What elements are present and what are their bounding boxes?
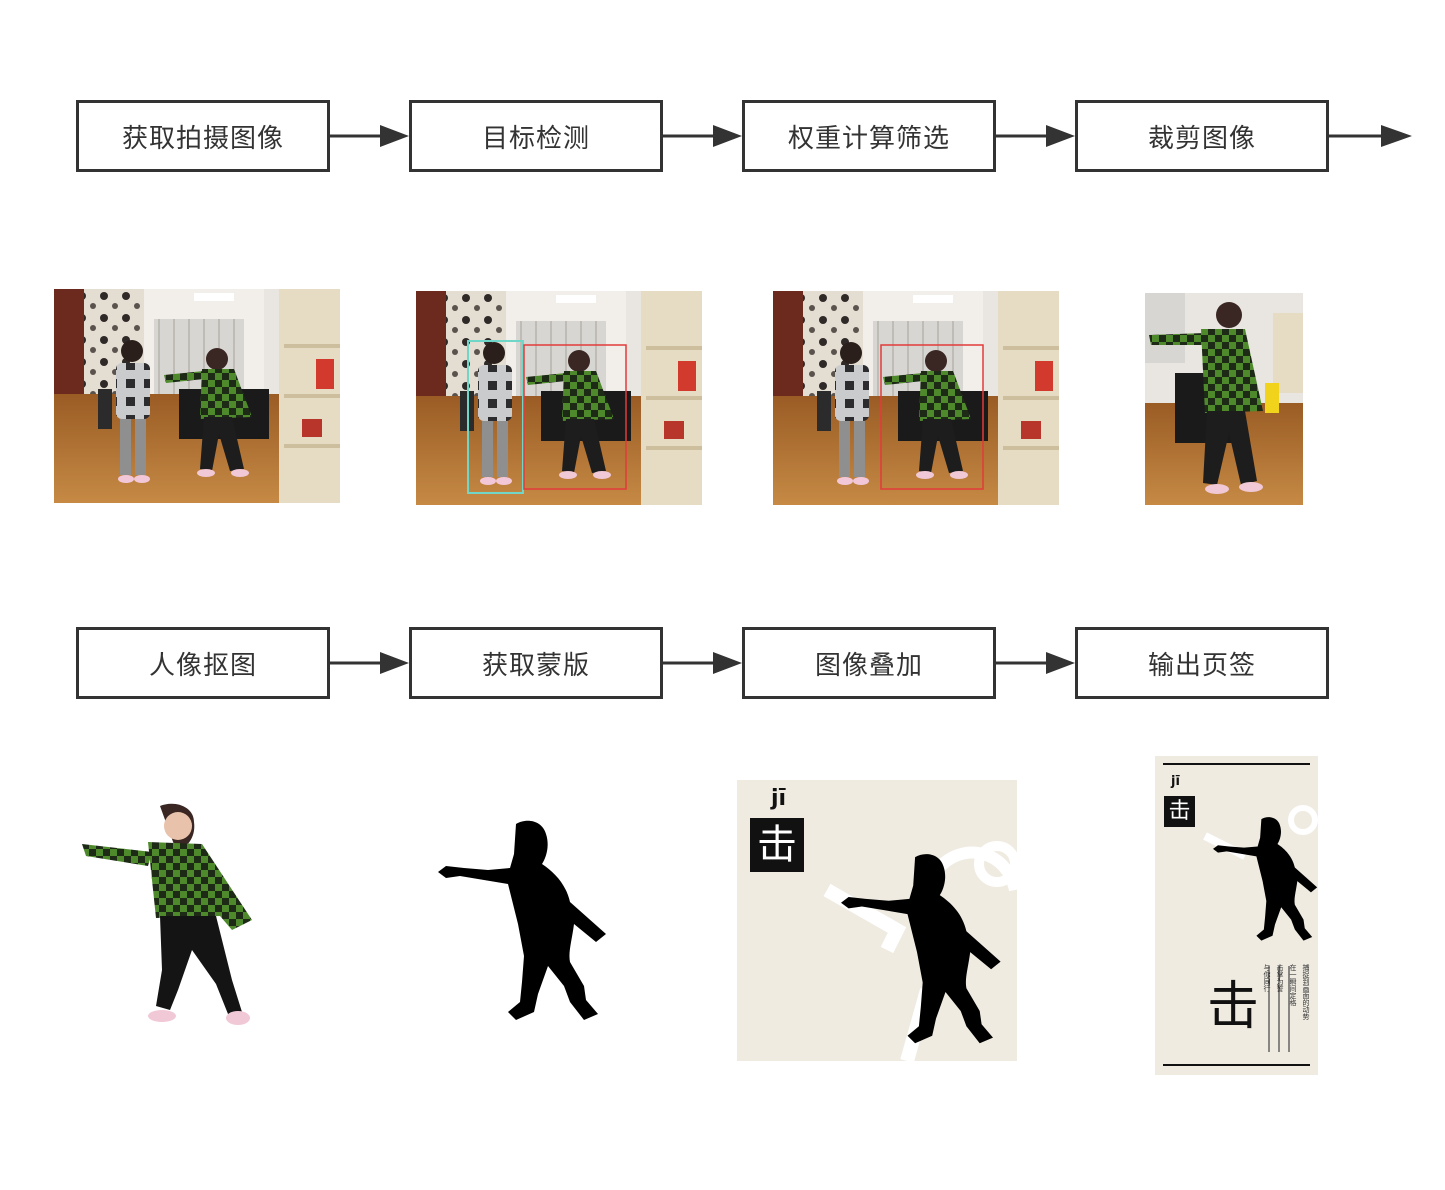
step-get-mask: 获取蒙版	[409, 627, 663, 699]
poster-vertical-text: 捕捉到画面的动势 在一瞬间定格 击掌为誓 与你同行	[1255, 964, 1311, 1054]
step-label: 裁剪图像	[1147, 123, 1256, 154]
step-capture-image: 获取拍摄图像	[76, 100, 330, 172]
overlay-image: jī 击	[737, 780, 1017, 1061]
step-label: 目标检测	[481, 123, 590, 154]
arrow-icon	[663, 652, 742, 674]
poster-char: 击	[757, 822, 797, 868]
step-target-detection: 目标检测	[409, 100, 663, 172]
poster-char: 击	[1168, 799, 1191, 824]
step-label: 获取蒙版	[481, 650, 590, 681]
arrow-icon	[996, 652, 1075, 674]
detection-photo	[416, 291, 702, 505]
step-label: 获取拍摄图像	[121, 123, 284, 154]
matted-portrait	[82, 800, 262, 1032]
step-label: 权重计算筛选	[787, 123, 950, 154]
cropped-photo	[1145, 293, 1303, 505]
mask-image	[438, 806, 610, 1024]
step-output-tag: 输出页签	[1075, 627, 1329, 699]
step-label: 输出页签	[1147, 650, 1256, 681]
step-portrait-matting: 人像抠图	[76, 627, 330, 699]
step-label: 人像抠图	[148, 650, 257, 681]
output-tag-card: jī 击 击 捕捉到画面的动势 在一瞬间定格 击掌为誓 与你同行	[1155, 756, 1318, 1075]
step-label: 图像叠加	[814, 650, 923, 681]
arrow-icon	[663, 125, 742, 147]
arrow-icon	[330, 125, 409, 147]
poster-pinyin: jī	[1171, 774, 1180, 789]
vertical-line: 捕捉到画面的动势	[1302, 964, 1310, 1020]
captured-photo	[54, 289, 340, 503]
arrow-icon	[996, 125, 1075, 147]
step-weight-filter: 权重计算筛选	[742, 100, 996, 172]
step-image-overlay: 图像叠加	[742, 627, 996, 699]
vertical-line: 在一瞬间定格	[1289, 964, 1297, 1006]
arrow-icon	[330, 652, 409, 674]
weighted-photo	[773, 291, 1059, 505]
vertical-line: 与你同行	[1263, 964, 1271, 992]
arrow-icon	[1329, 125, 1412, 147]
poster-pinyin: jī	[771, 786, 787, 811]
vertical-line: 击掌为誓	[1276, 964, 1284, 992]
step-crop-image: 裁剪图像	[1075, 100, 1329, 172]
poster-title-char: 击	[1207, 977, 1260, 1037]
